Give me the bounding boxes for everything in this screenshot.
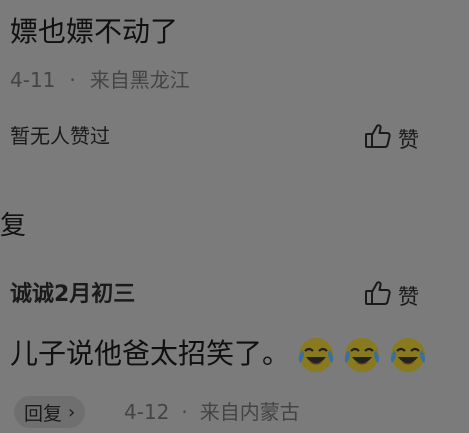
thumbs-up-icon: [364, 122, 392, 157]
reply-username[interactable]: 诚诚2月初三: [10, 280, 135, 310]
comment-text: 嫖也嫖不动了: [10, 15, 179, 48]
reply-like-button[interactable]: 赞: [364, 279, 419, 314]
reply-section-header: 复: [0, 211, 27, 241]
reply-meta: 4-12 · 来自内蒙古: [124, 398, 300, 426]
comment-location: 来自黑龙江: [89, 68, 190, 92]
chevron-right-icon: ›: [68, 401, 76, 423]
reply-content: 儿子说他爸太招笑了。: [10, 334, 428, 374]
like-button[interactable]: 赞: [364, 122, 419, 157]
reply-text: 儿子说他爸太招笑了。: [10, 337, 291, 370]
comment-date: 4-11: [10, 68, 56, 92]
reply-button-label: 回复: [24, 402, 63, 425]
comment-meta: 4-11 · 来自黑龙江: [10, 66, 190, 94]
meta-separator: ·: [181, 400, 188, 424]
thumbs-up-icon: [364, 279, 392, 314]
like-label: 赞: [398, 127, 419, 152]
meta-separator: ·: [69, 68, 76, 92]
reply-button[interactable]: 回复 ›: [14, 396, 86, 428]
reply-location: 来自内蒙古: [199, 400, 300, 424]
laugh-cry-emoji: [342, 334, 382, 374]
reply-date: 4-12: [124, 400, 170, 424]
like-label: 赞: [398, 284, 419, 309]
laugh-cry-emoji: [388, 334, 428, 374]
no-likes-text: 暂无人赞过: [10, 124, 110, 148]
laugh-cry-emoji: [296, 334, 336, 374]
